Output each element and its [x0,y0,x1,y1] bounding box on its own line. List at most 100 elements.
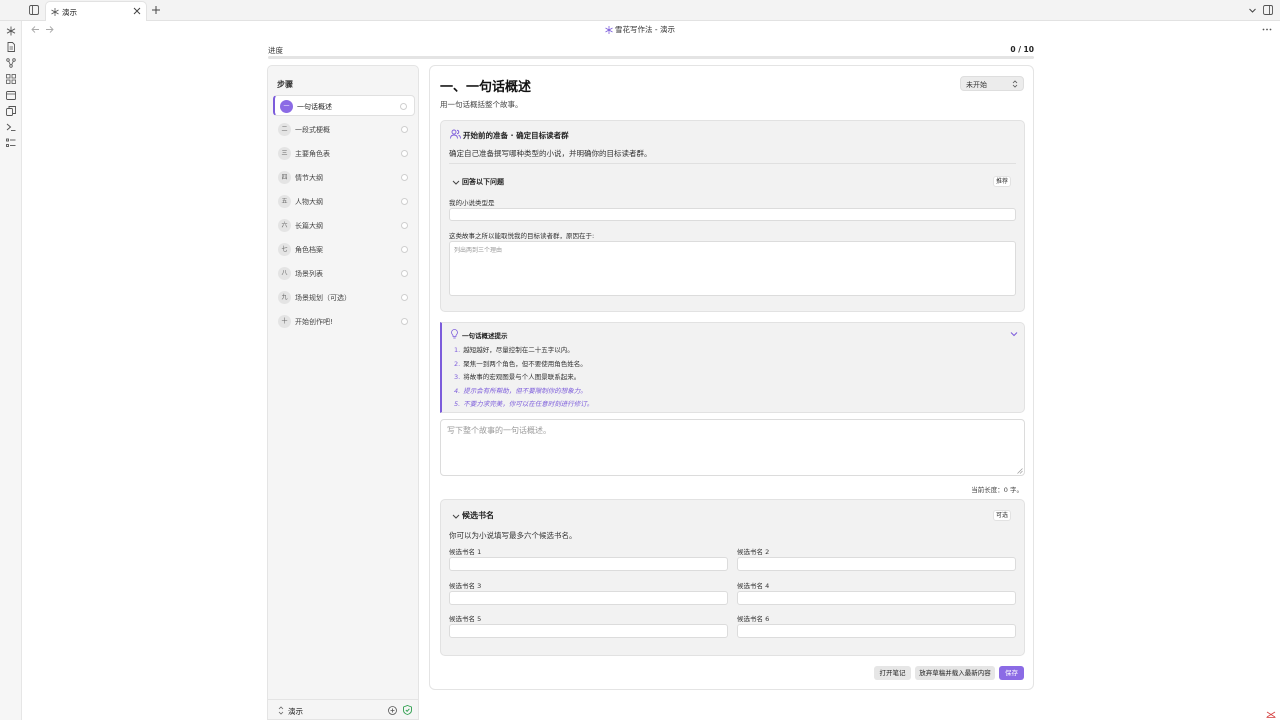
step-item[interactable]: 九场景规划（可选） [273,287,415,308]
tip-text: 越短越好，尽量控制在二十五字以内。 [463,346,574,354]
copy-icon[interactable] [6,106,16,116]
snowflake-icon [605,26,613,34]
candidate-title-label: 候选书名 4 [737,581,770,590]
step-status-dot [401,126,408,133]
candidate-title-label: 候选书名 1 [449,548,482,556]
chevron-down-icon[interactable] [1010,331,1018,337]
candidate-title-input[interactable] [737,590,1016,605]
step-item[interactable]: 五人物大纲 [273,191,415,212]
candidate-title-input[interactable] [449,557,728,571]
step-number: 一 [280,100,293,113]
page-subtitle: 用一句话概括整个故事。 [440,100,523,109]
tip-number: 2. [454,359,461,368]
more-options-icon[interactable] [1262,25,1272,34]
genre-label: 我的小说类型是 [449,199,495,207]
step-status-dot [401,174,408,181]
sync-status-icon[interactable] [1266,711,1276,718]
grid-icon[interactable] [6,74,16,84]
candidate-title-label: 候选书名 2 [737,548,770,556]
chevron-down-icon[interactable] [1248,6,1257,15]
tip-number: 3. [454,373,461,381]
step-number: 四 [278,171,291,184]
summary-placeholder: 写下整个故事的一句话概述。 [447,426,551,435]
tip-text: 提示会有所帮助，但不要限制你的想象力。 [463,386,587,395]
calendar-icon[interactable] [6,90,16,100]
users-icon [450,129,461,139]
snowflake-icon [51,8,59,16]
candidate-title-input[interactable] [449,624,728,638]
length-counter: 当前长度：0 字。 [971,486,1023,494]
open-notes-button[interactable]: 打开笔记 [874,666,911,680]
vault-switcher[interactable]: 演示 [268,699,418,720]
right-sidebar-toggle-icon[interactable] [1263,5,1273,15]
chevron-down-icon[interactable] [452,513,460,520]
chevron-updown-icon [1012,80,1018,88]
discard-draft-button[interactable]: 放弃草稿并载入最新内容 [915,666,995,680]
step-number: 六 [278,219,291,232]
step-status-dot [401,294,408,301]
tab-bar: 演示 [0,0,1280,21]
page-title: 一、一句话概述 [440,80,532,95]
close-icon[interactable] [133,7,141,15]
reasons-textarea[interactable]: 列出两到三个理由 [449,241,1016,296]
step-number: 九 [278,291,291,304]
lightbulb-icon [451,329,458,339]
step-item[interactable]: 二一段式梗概 [273,119,415,140]
step-item[interactable]: 十开始创作吧! [273,311,415,332]
step-item[interactable]: 四情节大纲 [273,167,415,188]
progress-label: 进度 [268,46,283,55]
terminal-icon[interactable] [6,122,16,132]
tips-title: 一句话概述提示 [462,332,508,340]
file-icon[interactable] [6,42,16,52]
step-label: 角色档案 [295,246,323,254]
list-icon[interactable] [6,138,16,148]
status-select[interactable]: 未开始 [960,76,1024,91]
graph-icon[interactable] [6,58,16,68]
tab-title: 演示 [62,8,77,17]
tab-demo[interactable]: 演示 [45,1,147,21]
view-title: 雪花写作法 - 演示 [615,25,675,34]
step-number: 三 [278,147,291,160]
divider [449,163,1016,164]
help-icon[interactable] [388,706,397,715]
step-item[interactable]: 八场景列表 [273,263,415,284]
genre-input[interactable] [449,208,1016,221]
step-label: 长篇大纲 [295,222,323,230]
step-number: 二 [278,123,291,136]
step-item[interactable]: 六长篇大纲 [273,215,415,236]
step-status-dot [401,270,408,277]
prep-description: 确定自己准备撰写哪种类型的小说，并明确你的目标读者群。 [449,149,652,158]
new-tab-icon[interactable] [151,5,161,15]
step-status-dot [401,318,408,325]
candidate-title-input[interactable] [449,590,728,605]
step-item[interactable]: 七角色档案 [273,239,415,260]
step-number: 七 [278,243,291,256]
tip-number: 4. [454,386,461,395]
optional-badge: 可选 [993,510,1011,521]
progress-bar [268,56,1034,59]
step-item[interactable]: 三主要角色表 [273,143,415,164]
candidate-title-label: 候选书名 5 [449,615,482,623]
candidate-title-input[interactable] [737,624,1016,638]
sidebar-toggle-icon[interactable] [29,5,39,15]
questions-toggle[interactable]: 回答以下问题 [462,177,504,187]
shield-check-icon[interactable] [403,705,412,715]
tip-item: 2. 聚焦一到两个角色，但不要使用角色姓名。 [454,358,587,368]
resize-grip-icon[interactable] [1017,468,1023,474]
step-status-dot [400,103,407,110]
step-number: 八 [278,267,291,280]
steps-panel: 步骤 一一句话概述二一段式梗概三主要角色表四情节大纲五人物大纲六长篇大纲七角色档… [267,65,419,720]
step-label: 场景列表 [295,270,323,278]
step-status-dot [401,246,408,253]
save-button[interactable]: 保存 [999,666,1024,680]
status-value: 未开始 [966,81,987,89]
step-item[interactable]: 一一句话概述 [273,95,415,116]
summary-textarea[interactable]: 写下整个故事的一句话概述。 [440,419,1025,476]
step-label: 人物大纲 [295,198,323,206]
reasons-label: 这类故事之所以能取悦我的目标读者群，原因在于: [449,232,595,240]
candidate-title-input[interactable] [737,557,1016,571]
recommended-badge: 推荐 [993,176,1011,187]
chevron-down-icon[interactable] [452,179,460,186]
step-status-dot [401,198,408,205]
step-label: 情节大纲 [295,174,323,182]
